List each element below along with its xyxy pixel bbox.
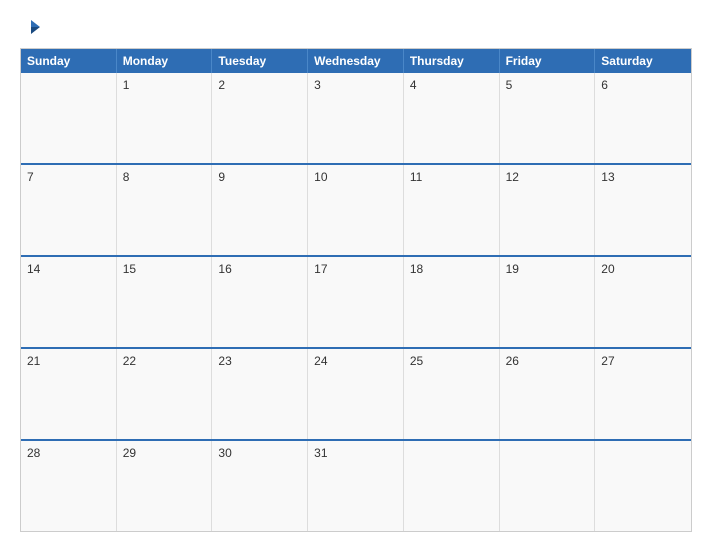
day-number: 3	[314, 78, 321, 92]
day-number: 19	[506, 262, 519, 276]
week-row-3: 21 22 23 24 25 26 27	[21, 347, 691, 439]
day-number: 6	[601, 78, 608, 92]
day-cell: 24	[308, 349, 404, 439]
header	[20, 18, 692, 38]
day-cell: 22	[117, 349, 213, 439]
day-number: 27	[601, 354, 614, 368]
day-cell	[595, 441, 691, 531]
day-cell: 8	[117, 165, 213, 255]
day-cell: 5	[500, 73, 596, 163]
week-row-4: 28 29 30 31	[21, 439, 691, 531]
day-cell	[21, 73, 117, 163]
logo	[20, 18, 40, 38]
day-cell: 31	[308, 441, 404, 531]
day-cell: 9	[212, 165, 308, 255]
logo-flag-icon	[22, 18, 40, 36]
day-cell: 10	[308, 165, 404, 255]
day-cell: 1	[117, 73, 213, 163]
day-cell: 25	[404, 349, 500, 439]
week-row-2: 14 15 16 17 18 19 20	[21, 255, 691, 347]
day-number: 16	[218, 262, 231, 276]
day-cell: 2	[212, 73, 308, 163]
weeks-container: 1234567891011121314151617181920212223242…	[21, 73, 691, 531]
day-number: 29	[123, 446, 136, 460]
day-number: 1	[123, 78, 130, 92]
day-number: 11	[410, 170, 422, 184]
day-cell: 28	[21, 441, 117, 531]
day-number: 23	[218, 354, 231, 368]
day-cell: 26	[500, 349, 596, 439]
day-cell: 6	[595, 73, 691, 163]
day-cell: 27	[595, 349, 691, 439]
day-number: 31	[314, 446, 327, 460]
day-cell: 7	[21, 165, 117, 255]
day-header-monday: Monday	[117, 49, 213, 73]
day-cell: 20	[595, 257, 691, 347]
day-cell: 13	[595, 165, 691, 255]
day-cell: 4	[404, 73, 500, 163]
day-cell: 12	[500, 165, 596, 255]
day-number: 10	[314, 170, 327, 184]
day-number: 28	[27, 446, 40, 460]
day-cell: 19	[500, 257, 596, 347]
week-row-0: 1 2 3 4 5 6	[21, 73, 691, 163]
day-number: 30	[218, 446, 231, 460]
day-cell: 3	[308, 73, 404, 163]
day-header-friday: Friday	[500, 49, 596, 73]
day-number: 25	[410, 354, 423, 368]
day-cell: 18	[404, 257, 500, 347]
day-number: 22	[123, 354, 136, 368]
day-header-thursday: Thursday	[404, 49, 500, 73]
day-cell: 15	[117, 257, 213, 347]
day-cell	[404, 441, 500, 531]
day-number: 14	[27, 262, 40, 276]
day-cell	[500, 441, 596, 531]
day-number: 18	[410, 262, 423, 276]
day-cell: 14	[21, 257, 117, 347]
day-headers-row: SundayMondayTuesdayWednesdayThursdayFrid…	[21, 49, 691, 73]
day-cell: 11	[404, 165, 500, 255]
day-header-sunday: Sunday	[21, 49, 117, 73]
day-number: 17	[314, 262, 327, 276]
day-header-wednesday: Wednesday	[308, 49, 404, 73]
day-cell: 29	[117, 441, 213, 531]
day-cell: 16	[212, 257, 308, 347]
day-number: 7	[27, 170, 34, 184]
day-number: 5	[506, 78, 513, 92]
week-row-1: 7 8 9 10 11 12 13	[21, 163, 691, 255]
day-number: 8	[123, 170, 130, 184]
day-cell: 17	[308, 257, 404, 347]
day-header-tuesday: Tuesday	[212, 49, 308, 73]
day-number: 21	[27, 354, 40, 368]
day-cell: 30	[212, 441, 308, 531]
calendar: SundayMondayTuesdayWednesdayThursdayFrid…	[20, 48, 692, 532]
day-number: 15	[123, 262, 136, 276]
day-header-saturday: Saturday	[595, 49, 691, 73]
day-number: 26	[506, 354, 519, 368]
day-number: 4	[410, 78, 417, 92]
day-cell: 21	[21, 349, 117, 439]
day-number: 2	[218, 78, 225, 92]
day-number: 13	[601, 170, 614, 184]
day-number: 20	[601, 262, 614, 276]
day-number: 9	[218, 170, 225, 184]
day-cell: 23	[212, 349, 308, 439]
day-number: 12	[506, 170, 519, 184]
page: SundayMondayTuesdayWednesdayThursdayFrid…	[0, 0, 712, 550]
day-number: 24	[314, 354, 327, 368]
